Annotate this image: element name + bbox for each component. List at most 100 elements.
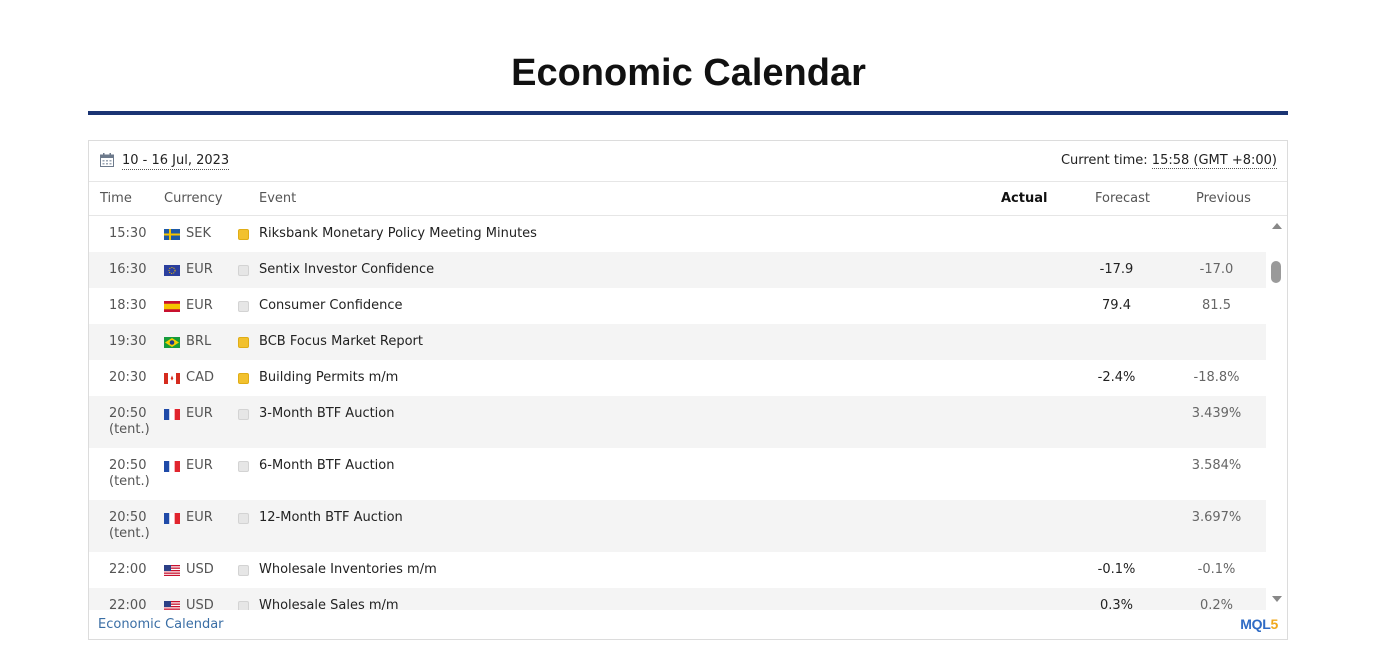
spain-flag-icon (164, 301, 180, 312)
event-time: 20:50 (tent.) (109, 406, 150, 437)
event-row[interactable]: 20:30 CAD Building Permits m/m -2.4% -18.8% (89, 360, 1266, 396)
event-row[interactable]: 18:30 EUR Consumer Confidence 79.4 81.5 (89, 288, 1266, 324)
event-name[interactable]: Wholesale Inventories m/m (259, 562, 437, 578)
event-previous: 81.5 (1202, 298, 1231, 313)
importance-icon (238, 513, 249, 524)
importance-icon (238, 565, 249, 576)
event-row[interactable]: 22:00 USD Wholesale Sales m/m 0.3% 0.2% (89, 588, 1266, 610)
event-time: 16:30 (109, 262, 147, 277)
economic-calendar-link[interactable]: Economic Calendar (98, 617, 224, 632)
scrollbar[interactable] (1266, 216, 1287, 610)
scroll-down-icon[interactable] (1272, 596, 1282, 602)
event-previous: -0.1% (1197, 562, 1236, 577)
event-name[interactable]: Riksbank Monetary Policy Meeting Minutes (259, 226, 537, 242)
event-currency: USD (186, 562, 214, 577)
importance-icon (238, 337, 249, 348)
event-name[interactable]: Building Permits m/m (259, 370, 398, 386)
event-currency: BRL (186, 334, 212, 349)
france-flag-icon (164, 461, 180, 472)
event-name[interactable]: 12-Month BTF Auction (259, 510, 403, 526)
column-previous: Previous (1196, 191, 1251, 206)
event-name[interactable]: Consumer Confidence (259, 298, 403, 314)
event-time: 20:50 (tent.) (109, 510, 150, 541)
table-header: Time Currency Event Actual Forecast Prev… (89, 182, 1287, 216)
event-time: 22:00 (109, 562, 147, 577)
event-currency: SEK (186, 226, 211, 241)
event-previous: 3.439% (1191, 406, 1242, 421)
event-time: 22:00 (109, 598, 147, 610)
event-currency: USD (186, 598, 214, 610)
usa-flag-icon (164, 565, 180, 576)
usa-flag-icon (164, 601, 180, 610)
importance-icon (238, 601, 249, 610)
tentative-label: (tent.) (109, 422, 150, 437)
column-currency: Currency (164, 191, 223, 206)
column-forecast: Forecast (1095, 191, 1151, 206)
calendar-footer: Economic Calendar MQL5 (89, 610, 1287, 639)
event-forecast: -17.9 (1099, 262, 1134, 277)
event-name[interactable]: BCB Focus Market Report (259, 334, 423, 350)
event-row[interactable]: 20:50 (tent.) EUR 6-Month BTF Auction 3.584% (89, 448, 1266, 500)
importance-icon (238, 301, 249, 312)
event-name[interactable]: 6-Month BTF Auction (259, 458, 395, 474)
event-forecast: -0.1% (1097, 562, 1136, 577)
event-row[interactable]: 15:30 SEK Riksbank Monetary Policy Meeting… (89, 216, 1266, 252)
event-previous: 0.2% (1199, 598, 1234, 610)
column-time: Time (100, 191, 132, 206)
sweden-flag-icon (164, 229, 180, 240)
calendar-icon[interactable] (100, 153, 114, 167)
event-time: 19:30 (109, 334, 147, 349)
importance-icon (238, 461, 249, 472)
scroll-up-icon[interactable] (1272, 223, 1282, 229)
event-time: 20:30 (109, 370, 147, 385)
event-name[interactable]: Wholesale Sales m/m (259, 598, 399, 610)
event-currency: EUR (186, 406, 213, 421)
france-flag-icon (164, 513, 180, 524)
title-underline (88, 111, 1288, 115)
event-row[interactable]: 16:30 EUR Sentix Investor Confidence -17.9 -… (89, 252, 1266, 288)
event-previous: 3.697% (1191, 510, 1242, 525)
event-currency: EUR (186, 298, 213, 313)
calendar-topbar: 10 - 16 Jul, 2023 Current time: 15:58 (G… (89, 141, 1287, 182)
importance-icon (238, 265, 249, 276)
timezone-selector[interactable]: 15:58 (GMT +8:00) (1151, 153, 1277, 169)
events-list[interactable]: 15:30 SEK Riksbank Monetary Policy Meeting… (89, 216, 1266, 610)
event-forecast: 79.4 (1102, 298, 1131, 313)
event-name[interactable]: 3-Month BTF Auction (259, 406, 395, 422)
importance-icon (238, 409, 249, 420)
event-previous: -17.0 (1199, 262, 1234, 277)
calendar-widget: 10 - 16 Jul, 2023 Current time: 15:58 (G… (88, 140, 1288, 640)
event-previous: 3.584% (1191, 458, 1242, 473)
brazil-flag-icon (164, 337, 180, 348)
canada-flag-icon (164, 373, 180, 384)
event-currency: EUR (186, 458, 213, 473)
mql5-logo[interactable]: MQL5 (1240, 616, 1278, 632)
event-row[interactable]: 20:50 (tent.) EUR 12-Month BTF Auction 3.697… (89, 500, 1266, 552)
event-forecast: -2.4% (1097, 370, 1136, 385)
event-previous: -18.8% (1193, 370, 1240, 385)
column-actual: Actual (1001, 191, 1048, 206)
event-currency: EUR (186, 510, 213, 525)
event-currency: EUR (186, 262, 213, 277)
event-row[interactable]: 22:00 USD Wholesale Inventories m/m -0.1% -0… (89, 552, 1266, 588)
event-time: 18:30 (109, 298, 147, 313)
event-currency: CAD (186, 370, 214, 385)
importance-icon (238, 229, 249, 240)
event-name[interactable]: Sentix Investor Confidence (259, 262, 434, 278)
page-title: Economic Calendar (511, 52, 866, 94)
scrollbar-thumb[interactable] (1271, 261, 1281, 283)
column-event: Event (259, 191, 297, 206)
event-row[interactable]: 20:50 (tent.) EUR 3-Month BTF Auction 3.439% (89, 396, 1266, 448)
importance-icon (238, 373, 249, 384)
event-time: 15:30 (109, 226, 147, 241)
eu-flag-icon (164, 265, 180, 276)
event-time: 20:50 (tent.) (109, 458, 150, 489)
tentative-label: (tent.) (109, 474, 150, 489)
date-range-selector[interactable]: 10 - 16 Jul, 2023 (122, 152, 230, 170)
event-row[interactable]: 19:30 BRL BCB Focus Market Report (89, 324, 1266, 360)
tentative-label: (tent.) (109, 526, 150, 541)
event-forecast: 0.3% (1099, 598, 1134, 610)
current-time-label: Current time: (1060, 153, 1148, 168)
current-time: Current time: 15:58 (GMT +8:00) (1061, 152, 1277, 169)
france-flag-icon (164, 409, 180, 420)
